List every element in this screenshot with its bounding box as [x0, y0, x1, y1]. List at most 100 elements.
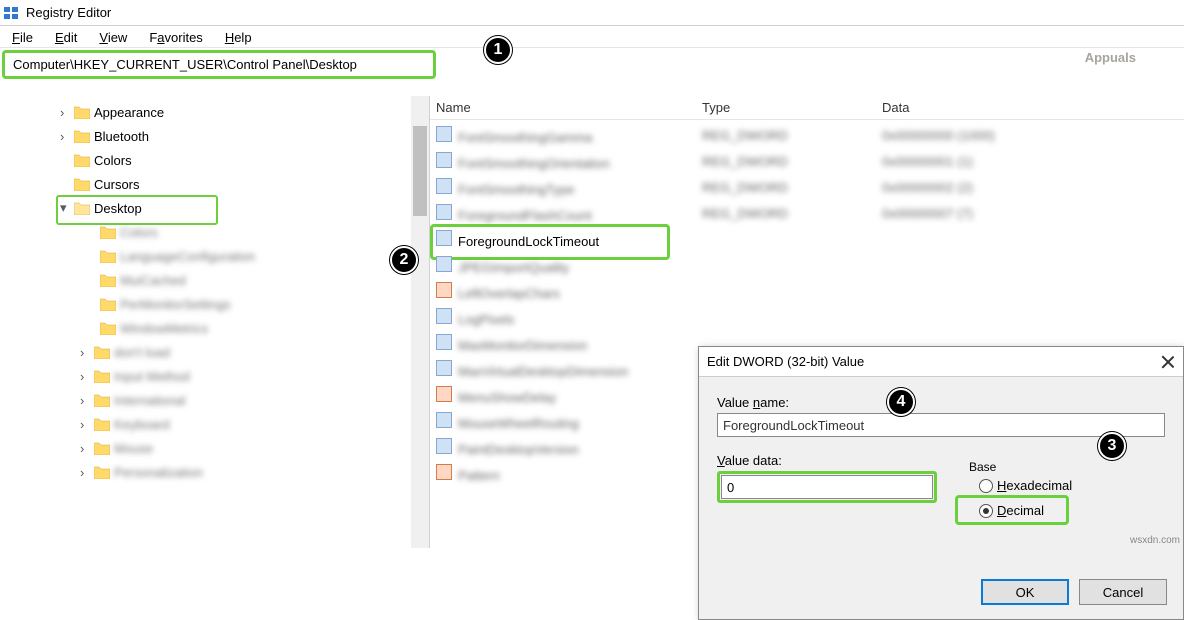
- folder-icon: [100, 249, 116, 263]
- folder-icon: [94, 465, 110, 479]
- folder-icon: [94, 417, 110, 431]
- folder-icon: [94, 345, 110, 359]
- ok-button[interactable]: OK: [981, 579, 1069, 605]
- address-bar-input[interactable]: [11, 56, 427, 73]
- dword-value-icon: [436, 334, 452, 350]
- list-row[interactable]: FontSmoothingGammaREG_DWORD0x00000000 (1…: [430, 122, 1184, 148]
- expand-arrow-icon[interactable]: ▾: [60, 200, 70, 216]
- tree-item-desktop[interactable]: ▾ Desktop: [0, 196, 429, 220]
- radio-dot-on-icon: [979, 504, 993, 518]
- list-row[interactable]: LeftOverlapChars: [430, 278, 1184, 304]
- expand-arrow-icon[interactable]: ›: [60, 105, 70, 120]
- dword-value-icon: [436, 412, 452, 428]
- list-row[interactable]: FontSmoothingTypeREG_DWORD0x00000002 (2): [430, 174, 1184, 200]
- menu-help[interactable]: Help: [221, 28, 256, 47]
- dword-value-icon: [436, 360, 452, 376]
- tree-item[interactable]: LanguageConfiguration: [0, 244, 429, 268]
- radio-hexadecimal[interactable]: Hexadecimal: [979, 478, 1072, 493]
- expand-arrow-icon[interactable]: ›: [80, 465, 90, 480]
- watermark: Appuals: [1085, 36, 1136, 70]
- tree-item[interactable]: WindowMetrics: [0, 316, 429, 340]
- tree-item[interactable]: › don't load: [0, 340, 429, 364]
- dword-value-icon: [436, 126, 452, 142]
- expand-arrow-icon[interactable]: ›: [80, 417, 90, 432]
- menu-edit[interactable]: Edit: [51, 28, 81, 47]
- list-header: Name Type Data: [430, 96, 1184, 120]
- tree-item-colors[interactable]: Colors: [0, 148, 429, 172]
- string-value-icon: [436, 464, 452, 480]
- dialog-title-bar[interactable]: Edit DWORD (32-bit) Value: [699, 347, 1183, 377]
- dialog-title: Edit DWORD (32-bit) Value: [707, 354, 864, 369]
- folder-icon: [74, 105, 90, 119]
- folder-icon: [74, 129, 90, 143]
- annotation-3: 3: [1098, 432, 1126, 460]
- tree-item-bluetooth[interactable]: › Bluetooth: [0, 124, 429, 148]
- list-row[interactable]: ForegroundFlashCountREG_DWORD0x00000007 …: [430, 200, 1184, 226]
- expand-arrow-icon[interactable]: ›: [80, 345, 90, 360]
- tree-scrollbar[interactable]: [411, 96, 429, 548]
- folder-icon: [74, 177, 90, 191]
- tree-item[interactable]: › Mouse: [0, 436, 429, 460]
- tree-item[interactable]: › Input Method: [0, 364, 429, 388]
- value-foregroundlocktimeout[interactable]: ForegroundLockTimeout: [430, 226, 1184, 252]
- cancel-button[interactable]: Cancel: [1079, 579, 1167, 605]
- radio-decimal[interactable]: Decimal: [979, 503, 1072, 518]
- expand-arrow-icon[interactable]: ›: [80, 441, 90, 456]
- value-data-input[interactable]: [721, 475, 933, 499]
- menu-bar: FFileile Edit View Favorites Help: [0, 26, 1184, 48]
- list-row[interactable]: LogPixels: [430, 304, 1184, 330]
- tree-pane: › Appearance› Bluetooth Colors Cursors▾ …: [0, 96, 430, 548]
- expand-arrow-icon[interactable]: ›: [60, 129, 70, 144]
- menu-file[interactable]: FFileile: [8, 28, 37, 47]
- col-header-name[interactable]: Name: [436, 100, 702, 115]
- dword-value-icon: [436, 152, 452, 168]
- folder-icon: [100, 297, 116, 311]
- tree-item[interactable]: › Personalization: [0, 460, 429, 484]
- radio-dot-icon: [979, 479, 993, 493]
- edit-dword-dialog: Edit DWORD (32-bit) Value Value name: Va…: [698, 346, 1184, 620]
- annotation-1: 1: [484, 36, 512, 64]
- list-row[interactable]: FontSmoothingOrientationREG_DWORD0x00000…: [430, 148, 1184, 174]
- regedit-icon: [4, 5, 20, 21]
- col-header-type[interactable]: Type: [702, 100, 882, 115]
- dword-value-icon: [436, 256, 452, 272]
- string-value-icon: [436, 282, 452, 298]
- dword-value-icon: [436, 308, 452, 324]
- dword-value-icon: [436, 204, 452, 220]
- value-name-label: Value name:: [717, 395, 1165, 410]
- dword-value-icon: [436, 230, 452, 246]
- source-credit: wsxdn.com: [1130, 535, 1180, 546]
- title-bar: Registry Editor: [0, 0, 1184, 26]
- folder-icon: [100, 273, 116, 287]
- expand-arrow-icon[interactable]: ›: [80, 369, 90, 384]
- value-data-highlight: [717, 471, 937, 503]
- folder-icon: [100, 321, 116, 335]
- col-header-data[interactable]: Data: [882, 100, 1184, 115]
- list-pane: Name Type Data FontSmoothingGammaREG_DWO…: [430, 96, 1184, 548]
- expand-arrow-icon[interactable]: ›: [80, 393, 90, 408]
- folder-icon: [100, 225, 116, 239]
- folder-icon: [74, 201, 90, 215]
- folder-icon: [94, 441, 110, 455]
- menu-view[interactable]: View: [95, 28, 131, 47]
- folder-icon: [94, 393, 110, 407]
- dword-value-icon: [436, 438, 452, 454]
- base-group: Base Hexadecimal Decimal: [965, 453, 1072, 518]
- close-icon[interactable]: [1161, 355, 1175, 369]
- value-name-input[interactable]: [717, 413, 1165, 437]
- tree-item[interactable]: MuiCached: [0, 268, 429, 292]
- window-title: Registry Editor: [26, 5, 111, 20]
- annotation-4: 4: [887, 388, 915, 416]
- address-bar-highlight: [2, 50, 436, 79]
- string-value-icon: [436, 386, 452, 402]
- tree-item[interactable]: › International: [0, 388, 429, 412]
- base-legend: Base: [965, 460, 1000, 474]
- tree-item[interactable]: › Keyboard: [0, 412, 429, 436]
- tree-item-cursors[interactable]: Cursors: [0, 172, 429, 196]
- value-data-label: Value data:: [717, 453, 937, 468]
- tree-item-appearance[interactable]: › Appearance: [0, 100, 429, 124]
- menu-favorites[interactable]: Favorites: [145, 28, 206, 47]
- folder-icon: [74, 153, 90, 167]
- tree-item[interactable]: PerMonitorSettings: [0, 292, 429, 316]
- dword-value-icon: [436, 178, 452, 194]
